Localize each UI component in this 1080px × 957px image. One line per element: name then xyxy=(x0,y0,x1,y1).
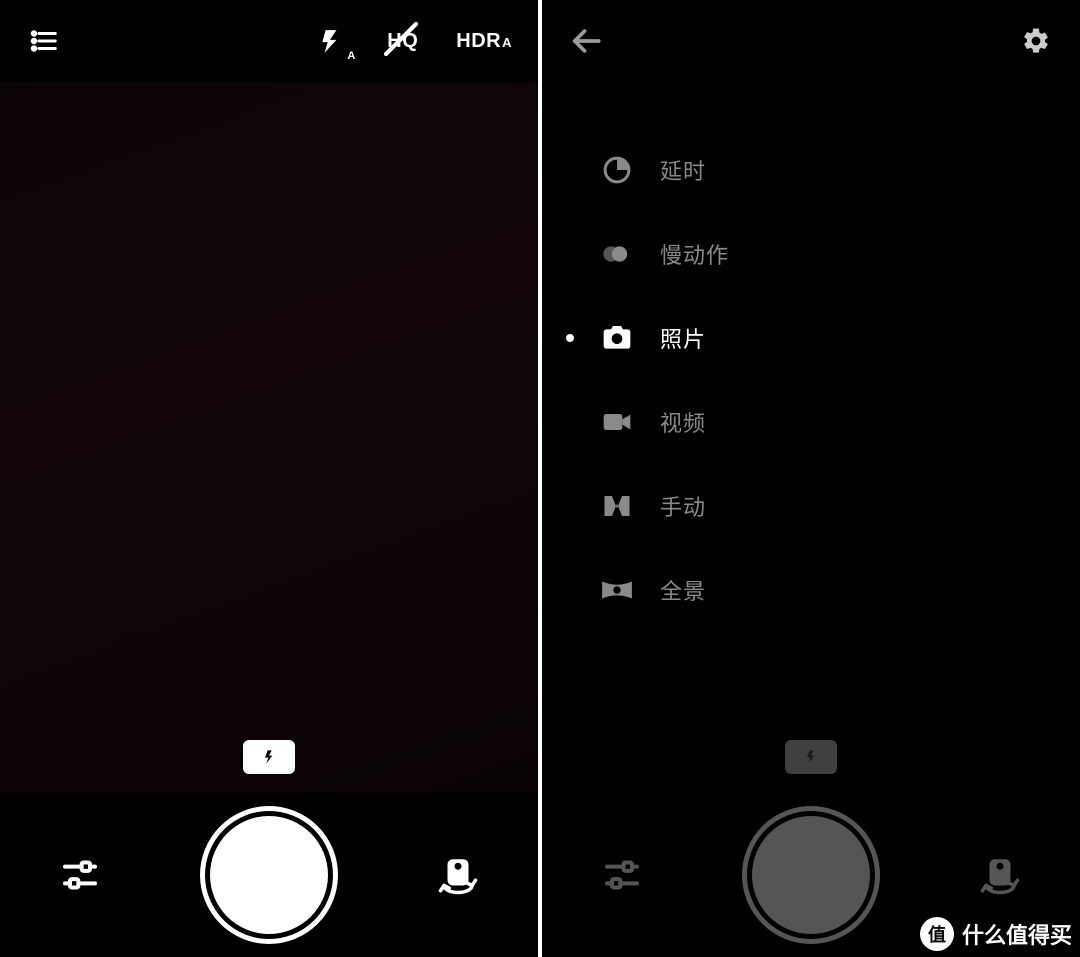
watermark-badge: 值 xyxy=(920,917,954,951)
mode-label: 延时 xyxy=(660,154,706,186)
flash-mode-sub: A xyxy=(347,50,355,62)
camera-icon xyxy=(600,321,634,355)
slowmo-icon xyxy=(600,237,634,271)
mode-item-panorama[interactable]: 全景 xyxy=(600,570,729,610)
mode-item-timelapse[interactable]: 延时 xyxy=(600,150,729,190)
flash-icon xyxy=(318,26,344,56)
camera-mode-menu-screen: 延时 慢动作 xyxy=(542,0,1080,957)
hdr-mode-sub: A xyxy=(502,35,512,50)
flash-charging-chip xyxy=(243,740,295,774)
gear-icon xyxy=(1021,26,1051,56)
mode-label: 手动 xyxy=(660,490,706,522)
switch-camera-icon xyxy=(979,854,1021,896)
back-button[interactable] xyxy=(568,23,604,59)
camera-viewfinder-screen: A HQ HDR A xyxy=(0,0,538,957)
hdr-auto-button[interactable]: HDR A xyxy=(456,30,512,53)
menu-button[interactable] xyxy=(26,23,62,59)
hq-off-button[interactable]: HQ xyxy=(387,23,418,59)
panorama-icon xyxy=(600,573,634,607)
shutter-button[interactable] xyxy=(210,816,328,934)
mode-list: 延时 慢动作 xyxy=(600,150,729,610)
timelapse-icon xyxy=(600,153,634,187)
mode-label: 慢动作 xyxy=(660,238,729,270)
switch-camera-button[interactable] xyxy=(428,845,488,905)
watermark-text: 什么值得买 xyxy=(962,918,1072,950)
flash-auto-button[interactable]: A xyxy=(313,23,349,59)
top-bar xyxy=(542,0,1080,82)
hdr-label: HDR xyxy=(456,30,501,53)
mode-item-manual[interactable]: 手动 xyxy=(600,486,729,526)
strike-icon xyxy=(381,19,421,59)
mode-item-photo[interactable]: 照片 xyxy=(600,318,729,358)
mode-item-slowmo[interactable]: 慢动作 xyxy=(600,234,729,274)
mode-item-video[interactable]: 视频 xyxy=(600,402,729,442)
video-icon xyxy=(600,405,634,439)
arrow-left-icon xyxy=(569,24,603,58)
sliders-icon xyxy=(602,855,642,895)
switch-camera-icon xyxy=(437,854,479,896)
menu-list-icon xyxy=(29,26,59,56)
watermark: 值 什么值得买 xyxy=(920,917,1072,951)
manual-icon xyxy=(600,489,634,523)
bottom-bar xyxy=(0,792,538,957)
filters-button[interactable] xyxy=(50,845,110,905)
switch-camera-button xyxy=(970,845,1030,905)
flash-bolt-icon xyxy=(803,746,819,768)
flash-bolt-icon xyxy=(261,746,277,768)
filters-button xyxy=(592,845,652,905)
settings-button[interactable] xyxy=(1018,23,1054,59)
shutter-button xyxy=(752,816,870,934)
flash-charging-chip xyxy=(785,740,837,774)
sliders-icon xyxy=(60,855,100,895)
top-bar: A HQ HDR A xyxy=(0,0,538,82)
mode-label: 视频 xyxy=(660,406,706,438)
mode-label: 全景 xyxy=(660,574,706,606)
mode-label: 照片 xyxy=(660,322,706,354)
viewfinder[interactable] xyxy=(0,82,538,792)
